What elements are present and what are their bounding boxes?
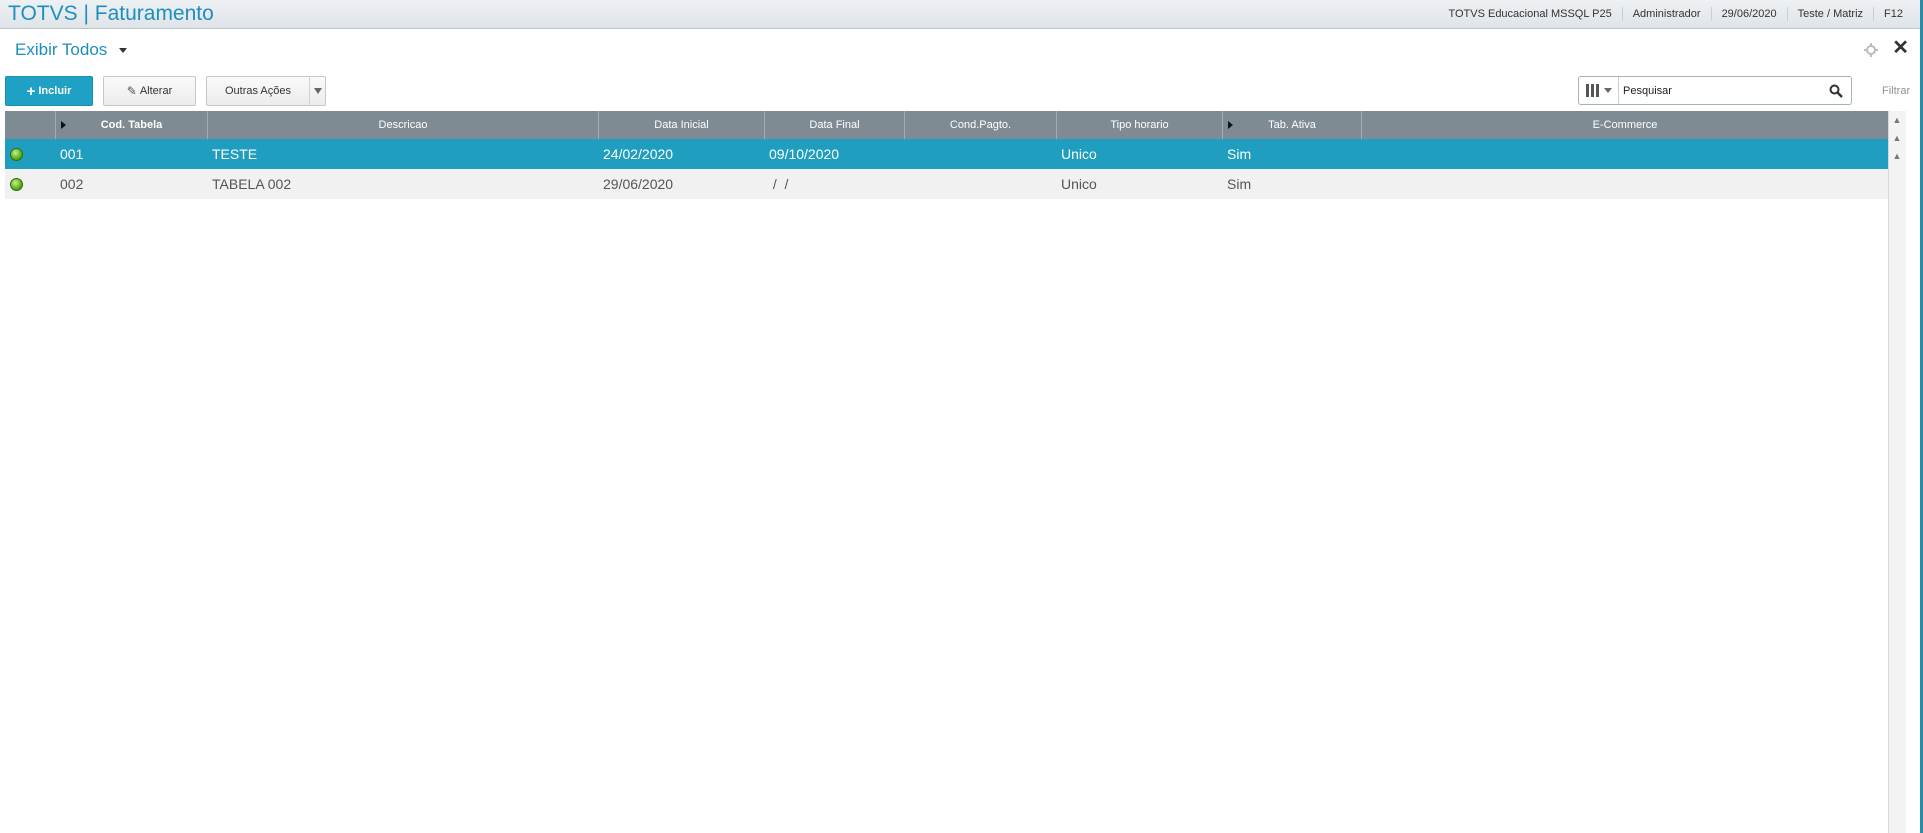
data-grid: Cod. Tabela Descricao Data Inicial Data … <box>5 111 1888 833</box>
header-cond-pagto[interactable]: Cond.Pagto. <box>905 111 1057 139</box>
other-actions-dropdown[interactable] <box>309 77 325 105</box>
status-dot-icon <box>10 147 23 161</box>
pencil-icon: ✎ <box>126 84 137 98</box>
cell-data-inicial: 29/06/2020 <box>603 176 674 192</box>
sort-arrow-icon <box>61 121 66 129</box>
environment-label[interactable]: TOTVS Educacional MSSQL P25 <box>1438 7 1621 21</box>
scroll-top-button[interactable]: ▲ <box>1889 111 1905 129</box>
header-ecommerce[interactable]: E-Commerce <box>1362 111 1888 139</box>
cell-cod: 002 <box>60 176 84 192</box>
add-button[interactable]: + Incluir <box>5 76 93 106</box>
cell-ecommerce <box>1362 169 1888 199</box>
header-data-final[interactable]: Data Final <box>765 111 905 139</box>
view-selector[interactable]: Exibir Todos <box>15 40 128 60</box>
cell-descricao: TESTE <box>212 146 258 162</box>
user-label[interactable]: Administrador <box>1621 7 1711 21</box>
search-input[interactable] <box>1619 84 1809 97</box>
status-dot-icon <box>10 177 23 191</box>
view-title: Exibir Todos <box>15 40 108 59</box>
header-cod-tabela[interactable]: Cod. Tabela <box>56 111 208 139</box>
columns-icon <box>1585 84 1599 97</box>
other-actions-button[interactable]: Outras Ações <box>206 76 326 106</box>
vertical-scrollbar[interactable]: ▲ ▲ ▲ <box>1888 111 1906 833</box>
header-descricao[interactable]: Descricao <box>208 111 599 139</box>
status-cell <box>5 169 56 199</box>
add-button-label: Incluir <box>38 85 72 97</box>
cell-cond-pagto <box>905 139 1057 169</box>
edit-button-label: Alterar <box>139 85 173 97</box>
app-title: TOTVS | Faturamento <box>8 2 214 25</box>
branch-label[interactable]: Teste / Matriz <box>1786 7 1873 21</box>
search-box <box>1578 76 1852 105</box>
cell-tipo-horario: Unico <box>1061 176 1097 192</box>
gear-icon[interactable] <box>1864 43 1878 57</box>
cell-ecommerce <box>1362 139 1888 169</box>
help-key-label[interactable]: F12 <box>1873 7 1913 21</box>
plus-icon: + <box>26 82 36 100</box>
cell-cond-pagto <box>905 169 1057 199</box>
cell-cod: 001 <box>60 146 84 162</box>
header-tipo-horario[interactable]: Tipo horario <box>1057 111 1223 139</box>
sort-arrow-icon <box>1228 121 1233 129</box>
other-actions-label: Outras Ações <box>224 85 292 97</box>
grid-header: Cod. Tabela Descricao Data Inicial Data … <box>5 111 1888 139</box>
chevron-down-icon <box>119 47 128 53</box>
filter-link[interactable]: Filtrar <box>1882 85 1910 97</box>
session-info: TOTVS Educacional MSSQL P25 Administrado… <box>1438 0 1913 28</box>
cell-data-final: 09/10/2020 <box>769 146 840 162</box>
column-picker-button[interactable] <box>1579 77 1619 104</box>
edit-button[interactable]: ✎ Alterar <box>103 76 196 106</box>
cell-data-inicial: 24/02/2020 <box>603 146 674 162</box>
cell-descricao: TABELA 002 <box>212 176 292 192</box>
table-row[interactable]: 001 TESTE 24/02/2020 09/10/2020 Unico Si… <box>5 139 1888 169</box>
header-tab-ativa[interactable]: Tab. Ativa <box>1223 111 1362 139</box>
top-bar: TOTVS | Faturamento TOTVS Educacional MS… <box>0 0 1923 29</box>
cell-tab-ativa: Sim <box>1227 146 1252 162</box>
chevron-down-icon <box>1603 88 1612 93</box>
header-status <box>5 111 56 139</box>
scroll-up-button[interactable]: ▲ <box>1889 147 1905 165</box>
cell-tipo-horario: Unico <box>1061 146 1097 162</box>
cell-data-final: / / <box>769 176 789 192</box>
header-data-inicial[interactable]: Data Inicial <box>599 111 765 139</box>
search-icon[interactable] <box>1829 84 1843 98</box>
cell-tab-ativa: Sim <box>1227 176 1252 192</box>
scroll-page-up-button[interactable]: ▲ <box>1889 129 1905 147</box>
status-cell <box>5 139 56 169</box>
chevron-down-icon <box>313 88 322 94</box>
date-label[interactable]: 29/06/2020 <box>1710 7 1787 21</box>
table-row[interactable]: 002 TABELA 002 29/06/2020 / / Unico Sim <box>5 169 1888 199</box>
close-icon[interactable]: ✕ <box>1892 38 1909 58</box>
